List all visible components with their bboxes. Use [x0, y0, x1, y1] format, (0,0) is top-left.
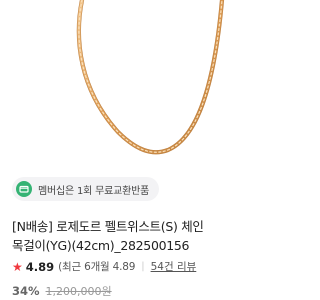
product-title-line-1: [N배송] 로제도르 펠트위스트(S) 체인 — [12, 219, 204, 234]
rating-score: 4.89 — [25, 259, 55, 274]
membership-benefit-text: 멤버십은 1회 무료교환반품 — [38, 185, 150, 197]
review-count-link[interactable]: 54건 리뷰 — [151, 259, 197, 274]
price-row: 34% 1,200,000원 — [12, 283, 292, 299]
membership-benefit-badge[interactable]: 멤버십은 1회 무료교환반품 — [12, 177, 160, 201]
product-title[interactable]: [N배송] 로제도르 펠트위스트(S) 체인 목걸이(YG)(42cm)_282… — [12, 217, 292, 255]
original-price: 1,200,000원 — [45, 285, 112, 298]
membership-badge-icon — [16, 181, 32, 197]
product-card[interactable]: 멤버십은 1회 무료교환반품 [N배송] 로제도르 펠트위스트(S) 체인 목걸… — [0, 0, 300, 300]
product-image[interactable] — [0, 0, 300, 170]
star-icon: ★ — [12, 259, 23, 274]
rating-row: ★ 4.89 (최근 6개월 4.89 | 54건 리뷰 — [12, 259, 292, 274]
recent-rating-text: (최근 6개월 4.89 — [58, 261, 136, 273]
discount-rate: 34% — [12, 284, 40, 298]
product-title-line-2: 목걸이(YG)(42cm)_282500156 — [12, 238, 190, 253]
rating-divider: | — [141, 261, 145, 272]
gold-chain-necklace-image — [76, 0, 225, 155]
